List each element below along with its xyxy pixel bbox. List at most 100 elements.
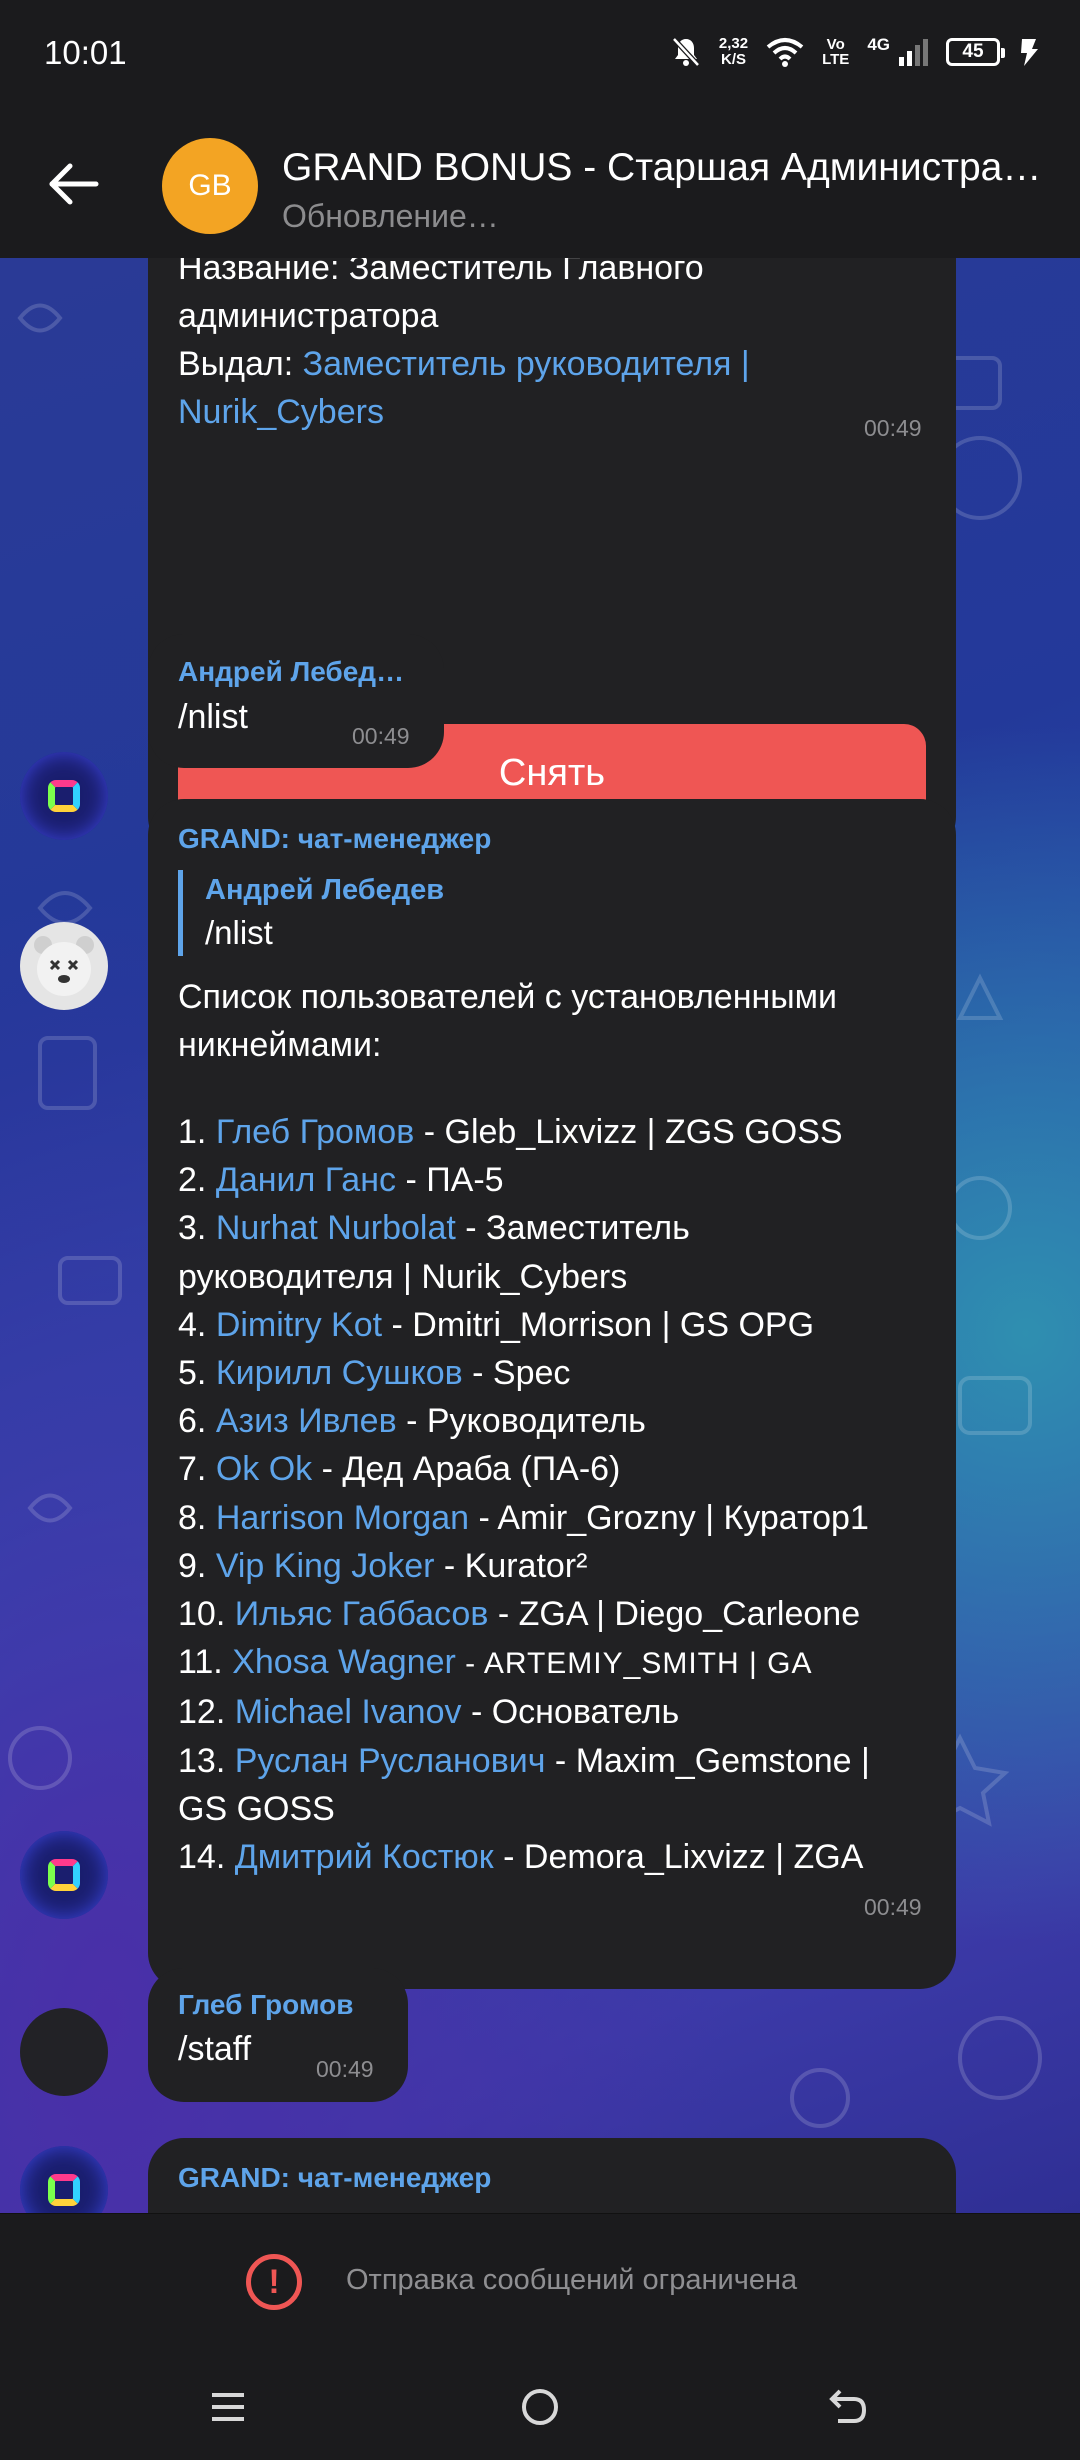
list-item-number: 11. bbox=[178, 1643, 233, 1682]
network-speed: 2,32 K/S bbox=[719, 36, 748, 68]
bot-logo-icon bbox=[48, 1859, 80, 1891]
list-item-nick: - Основатель bbox=[461, 1693, 680, 1732]
user-link[interactable]: Ильяс Габбасов bbox=[235, 1595, 489, 1633]
user-link[interactable]: Xhosa Wagner bbox=[232, 1643, 456, 1681]
user-link[interactable]: Harrison Morgan bbox=[216, 1499, 469, 1537]
list-item-number: 9. bbox=[178, 1546, 216, 1585]
list-item-nick: - Gleb_Lixvizz | ZGS GOSS bbox=[414, 1113, 843, 1151]
list-item: 2. Данил Ганс - ПА-5 bbox=[178, 1156, 938, 1204]
list-item-continued: GS GOSS bbox=[178, 1785, 938, 1833]
role-name-line-1: Название: Заместитель Главного bbox=[178, 258, 704, 287]
list-item-nick: - ARTEMIY_SMITH | GA bbox=[455, 1647, 813, 1681]
back-arrow-icon[interactable] bbox=[44, 154, 104, 214]
list-item: 4. Dimitry Kot - Dmitri_Morrison | GS OP… bbox=[178, 1301, 938, 1349]
bot-avatar[interactable] bbox=[20, 752, 108, 840]
list-item-nick: - Dmitri_Morrison | GS OPG bbox=[382, 1305, 815, 1344]
message-text: /nlist bbox=[178, 698, 248, 736]
list-item: 11. Xhosa Wagner - ARTEMIY_SMITH | GA bbox=[178, 1638, 938, 1688]
list-item-number: 7. bbox=[178, 1450, 216, 1489]
message-sender[interactable]: Глеб Громов bbox=[178, 1989, 353, 2021]
list-intro-line-2: никнеймами: bbox=[178, 1026, 382, 1064]
home-icon[interactable] bbox=[510, 2377, 570, 2437]
user-link[interactable]: Dimitry Kot bbox=[216, 1306, 382, 1344]
bot-avatar[interactable] bbox=[20, 1831, 108, 1919]
user-link[interactable]: Дмитрий Костюк bbox=[235, 1838, 494, 1876]
user-link[interactable]: Руслан Русланович bbox=[235, 1742, 546, 1780]
issued-by-label: Выдал: bbox=[178, 345, 303, 383]
list-item-nick: - Заместитель bbox=[455, 1209, 690, 1248]
user-link[interactable]: Кирилл Сушков bbox=[216, 1354, 463, 1392]
role-name-line: Название: Заместитель Главного администр… bbox=[178, 258, 750, 436]
list-item-nick: - Spec bbox=[462, 1354, 571, 1393]
list-item: 8. Harrison Morgan - Amir_Grozny | Курат… bbox=[178, 1494, 938, 1542]
nickname-list: 1. Глеб Громов - Gleb_Lixvizz | ZGS GOSS… bbox=[178, 1108, 938, 1881]
user-link[interactable]: Vip King Joker bbox=[216, 1547, 435, 1585]
issued-by-line: Выдал: Заместитель руководителя | bbox=[178, 340, 750, 388]
list-item: 3. Nurhat Nurbolat - Заместитель bbox=[178, 1204, 938, 1252]
chat-area[interactable]: Название: Заместитель Главного администр… bbox=[0, 258, 1080, 2213]
list-item-nick: - Maxim_Gemstone | bbox=[545, 1741, 870, 1780]
issued-by-link[interactable]: Заместитель руководителя | bbox=[303, 345, 750, 383]
message-sender[interactable]: GRAND: чат-менеджер bbox=[178, 2162, 491, 2194]
list-item: 9. Vip King Joker - Kurator² bbox=[178, 1542, 938, 1590]
network-speed-value: 2,32 bbox=[718, 35, 749, 52]
list-item-nick: - ZGA | Diego_Carleone bbox=[488, 1595, 861, 1634]
battery-icon: 45 bbox=[946, 38, 1005, 66]
list-item: 7. Ok Ok - Дед Араба (ПА-6) bbox=[178, 1445, 938, 1493]
list-item: 5. Кирилл Сушков - Spec bbox=[178, 1349, 938, 1397]
chat-avatar[interactable]: GB bbox=[162, 138, 258, 234]
list-item-nick: - Kurator² bbox=[434, 1546, 588, 1585]
list-item-number: 13. bbox=[178, 1741, 235, 1780]
list-item-number: 5. bbox=[178, 1354, 216, 1393]
list-item-nick: - Demora_Lixvizz | ZGA bbox=[493, 1838, 864, 1877]
message-text: /staff bbox=[178, 2030, 252, 2068]
user-link[interactable]: Michael Ivanov bbox=[235, 1693, 462, 1731]
list-item-nick: - ПА-5 bbox=[396, 1161, 504, 1200]
reply-quote[interactable]: Андрей Лебедев /nlist bbox=[178, 870, 444, 956]
mute-bell-icon bbox=[672, 37, 700, 67]
message-time: 00:49 bbox=[352, 723, 410, 749]
user-link[interactable]: Глеб Громов bbox=[216, 1113, 414, 1151]
list-item: 12. Michael Ivanov - Основатель bbox=[178, 1688, 938, 1736]
list-item: 1. Глеб Громов - Gleb_Lixvizz | ZGS GOSS bbox=[178, 1108, 938, 1156]
system-navigation-bar bbox=[0, 2353, 1080, 2460]
chat-header: GB GRAND BONUS - Старшая Администрация О… bbox=[0, 110, 1080, 258]
list-item-number: 3. bbox=[178, 1209, 216, 1248]
message-sender[interactable]: GRAND: чат-менеджер bbox=[178, 823, 491, 855]
user-link[interactable]: Nurhat Nurbolat bbox=[216, 1209, 456, 1247]
list-item: 13. Руслан Русланович - Maxim_Gemstone | bbox=[178, 1737, 938, 1785]
menu-icon[interactable] bbox=[198, 2377, 258, 2437]
user-link[interactable]: Ok Ok bbox=[216, 1450, 312, 1488]
list-item: 10. Ильяс Габбасов - ZGA | Diego_Carleon… bbox=[178, 1590, 938, 1638]
list-item-nick: - Руководитель bbox=[396, 1402, 646, 1441]
user-avatar[interactable] bbox=[20, 2008, 108, 2096]
chat-avatar-initials: GB bbox=[188, 169, 232, 202]
list-item-number: 2. bbox=[178, 1161, 216, 1200]
status-time: 10:01 bbox=[44, 34, 127, 71]
chat-title[interactable]: GRAND BONUS - Старшая Администрация bbox=[282, 146, 1052, 190]
list-item-continued: руководителя | Nurik_Cybers bbox=[178, 1253, 938, 1301]
wifi-icon bbox=[766, 38, 804, 67]
user-link[interactable]: Азиз Ивлев bbox=[216, 1402, 397, 1440]
chat-status: Обновление… bbox=[282, 198, 499, 234]
charging-icon bbox=[1021, 39, 1038, 66]
message-time: 00:49 bbox=[316, 2056, 374, 2082]
message-sender[interactable]: Андрей Лебед… bbox=[178, 656, 404, 688]
volte-indicator: Vo LTE bbox=[822, 37, 849, 67]
battery-level: 45 bbox=[962, 41, 984, 62]
user-avatar[interactable] bbox=[20, 922, 108, 1010]
reply-quote-sender: Андрей Лебедев bbox=[205, 874, 445, 906]
role-name-line-2: администратора bbox=[178, 297, 439, 335]
list-item-nick-continued: руководителя | Nurik_Cybers bbox=[178, 1257, 628, 1296]
user-link[interactable]: Данил Ганс bbox=[216, 1161, 396, 1199]
issued-by-link-continued[interactable]: Nurik_Cybers bbox=[178, 388, 750, 436]
message-time: 00:49 bbox=[864, 1894, 922, 1920]
back-icon[interactable] bbox=[818, 2377, 878, 2437]
input-restricted-bar: ! Отправка сообщений ограничена bbox=[0, 2213, 1080, 2354]
volte-bottom: LTE bbox=[822, 51, 850, 68]
restricted-message: Отправка сообщений ограничена bbox=[346, 2264, 798, 2296]
bot-logo-icon bbox=[48, 780, 80, 812]
list-item-number: 6. bbox=[178, 1402, 216, 1441]
list-item: 6. Азиз Ивлев - Руководитель bbox=[178, 1397, 938, 1445]
list-item-nick-continued: GS GOSS bbox=[178, 1789, 335, 1828]
